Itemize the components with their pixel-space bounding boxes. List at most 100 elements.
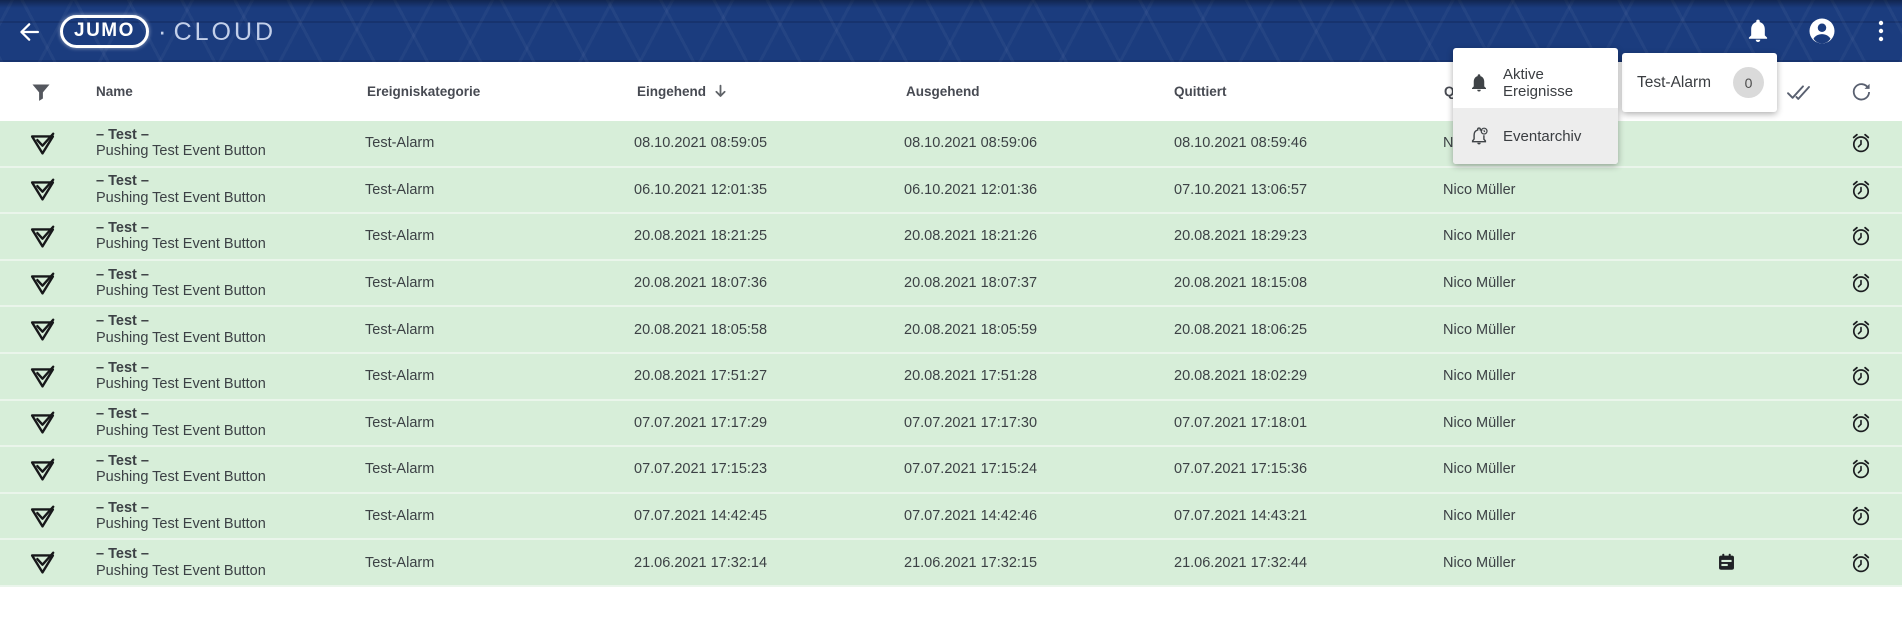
bell-archive-icon (1469, 126, 1489, 146)
outgoing-time: 21.06.2021 17:32:15 (904, 540, 1037, 585)
alarm-clock-icon (1845, 401, 1877, 446)
outgoing-time: 20.08.2021 17:51:28 (904, 354, 1037, 399)
event-name-title: – Test – (96, 453, 149, 470)
alarm-clock-icon (1845, 168, 1877, 213)
table-row[interactable]: – Test – Pushing Test Event Button Test-… (0, 261, 1902, 308)
event-name-subtitle: Pushing Test Event Button (96, 143, 266, 160)
event-name: – Test – Pushing Test Event Button (96, 354, 266, 399)
alarm-clock-icon (1845, 494, 1877, 539)
menu-item-label: Eventarchiv (1503, 128, 1581, 145)
account-circle-icon (1807, 16, 1837, 46)
double-check-icon (1786, 81, 1814, 103)
refresh-icon (1849, 80, 1873, 104)
event-category: Test-Alarm (365, 261, 434, 306)
alarm-clock-icon (1845, 540, 1877, 585)
bottom-gap (0, 607, 1902, 617)
alarm-clock-icon (1845, 307, 1877, 352)
table-row[interactable]: – Test – Pushing Test Event Button Test-… (0, 354, 1902, 401)
outgoing-time: 07.07.2021 14:42:46 (904, 494, 1037, 539)
table-row[interactable]: – Test – Pushing Test Event Button Test-… (0, 168, 1902, 215)
alarm-clock-icon (1845, 261, 1877, 306)
column-header-outgoing[interactable]: Ausgehend (906, 62, 980, 121)
column-header-category[interactable]: Ereigniskategorie (367, 62, 480, 121)
column-header-name[interactable]: Name (96, 62, 133, 121)
outgoing-time: 07.07.2021 17:15:24 (904, 447, 1037, 492)
more-options-button[interactable] (1868, 15, 1894, 47)
alarm-clock-icon (1845, 447, 1877, 492)
back-arrow-icon (16, 19, 42, 45)
alarm-acknowledged-triangle-check-icon (24, 307, 60, 352)
alarm-clock-icon (1845, 121, 1877, 166)
outgoing-time: 20.08.2021 18:21:26 (904, 214, 1037, 259)
event-name-title: – Test – (96, 313, 149, 330)
alarm-acknowledged-triangle-check-icon (24, 354, 60, 399)
event-name: – Test – Pushing Test Event Button (96, 214, 266, 259)
event-category: Test-Alarm (365, 214, 434, 259)
menu-item-event-archive[interactable]: Eventarchiv (1453, 108, 1618, 164)
alarm-acknowledged-triangle-check-icon (24, 401, 60, 446)
table-row[interactable]: – Test – Pushing Test Event Button Test-… (0, 540, 1902, 587)
event-name: – Test – Pushing Test Event Button (96, 494, 266, 539)
incoming-time: 20.08.2021 18:21:25 (634, 214, 767, 259)
event-name-title: – Test – (96, 360, 149, 377)
column-header-acknowledged[interactable]: Quittiert (1174, 62, 1227, 121)
kebab-menu-icon (1870, 18, 1892, 44)
event-category: Test-Alarm (365, 168, 434, 213)
outgoing-time: 20.08.2021 18:05:59 (904, 307, 1037, 352)
acknowledged-by: Nico Müller (1443, 214, 1516, 259)
table-row[interactable]: – Test – Pushing Test Event Button Test-… (0, 447, 1902, 494)
alarm-acknowledged-triangle-check-icon (24, 121, 60, 166)
event-name: – Test – Pushing Test Event Button (96, 307, 266, 352)
acknowledged-time: 07.07.2021 17:15:36 (1174, 447, 1307, 492)
outgoing-time: 06.10.2021 12:01:36 (904, 168, 1037, 213)
event-name-title: – Test – (96, 127, 149, 144)
calendar-icon (1710, 540, 1742, 585)
event-category: Test-Alarm (365, 354, 434, 399)
alarm-acknowledged-triangle-check-icon (24, 214, 60, 259)
event-name-subtitle: Pushing Test Event Button (96, 469, 266, 486)
acknowledged-by: Nico Müller (1443, 168, 1516, 213)
notifications-dropdown: Aktive Ereignisse Eventarchiv (1453, 48, 1618, 164)
menu-item-active-events[interactable]: Aktive Ereignisse (1453, 58, 1618, 108)
acknowledge-all-button[interactable] (1784, 78, 1816, 106)
event-name: – Test – Pushing Test Event Button (96, 168, 266, 213)
back-button[interactable] (12, 15, 46, 49)
event-name-subtitle: Pushing Test Event Button (96, 236, 266, 253)
event-name-title: – Test – (96, 546, 149, 563)
menu-item-label: Aktive Ereignisse (1503, 66, 1618, 100)
event-category: Test-Alarm (365, 401, 434, 446)
event-name-subtitle: Pushing Test Event Button (96, 563, 266, 580)
event-name: – Test – Pushing Test Event Button (96, 261, 266, 306)
incoming-time: 20.08.2021 18:05:58 (634, 307, 767, 352)
incoming-time: 06.10.2021 12:01:35 (634, 168, 767, 213)
table-row[interactable]: – Test – Pushing Test Event Button Test-… (0, 214, 1902, 261)
refresh-button[interactable] (1846, 78, 1876, 106)
category-label: Test-Alarm (1637, 74, 1711, 92)
table-row[interactable]: – Test – Pushing Test Event Button Test-… (0, 494, 1902, 541)
notifications-button[interactable] (1743, 15, 1773, 47)
event-category: Test-Alarm (365, 447, 434, 492)
acknowledged-time: 08.10.2021 08:59:46 (1174, 121, 1307, 166)
acknowledged-by: Nico Müller (1443, 494, 1516, 539)
count-badge: 0 (1733, 67, 1764, 98)
outgoing-time: 07.07.2021 17:17:30 (904, 401, 1037, 446)
acknowledged-by: Nico Müller (1443, 540, 1516, 585)
alarm-acknowledged-triangle-check-icon (24, 261, 60, 306)
filter-button[interactable] (27, 79, 55, 105)
event-name: – Test – Pushing Test Event Button (96, 401, 266, 446)
jumo-logo-pill: JUMO (60, 15, 149, 48)
table-row[interactable]: – Test – Pushing Test Event Button Test-… (0, 307, 1902, 354)
event-name-subtitle: Pushing Test Event Button (96, 423, 266, 440)
event-name-subtitle: Pushing Test Event Button (96, 283, 266, 300)
table-row[interactable]: – Test – Pushing Test Event Button Test-… (0, 401, 1902, 448)
account-button[interactable] (1806, 14, 1838, 48)
column-header-incoming[interactable]: Eingehend (637, 62, 729, 121)
category-flyout-test-alarm[interactable]: Test-Alarm 0 (1622, 53, 1777, 112)
alarm-acknowledged-triangle-check-icon (24, 168, 60, 213)
acknowledged-time: 20.08.2021 18:15:08 (1174, 261, 1307, 306)
event-name: – Test – Pushing Test Event Button (96, 447, 266, 492)
event-name-title: – Test – (96, 173, 149, 190)
event-name: – Test – Pushing Test Event Button (96, 121, 266, 166)
bell-icon (1469, 73, 1489, 93)
acknowledged-by: Nico Müller (1443, 261, 1516, 306)
